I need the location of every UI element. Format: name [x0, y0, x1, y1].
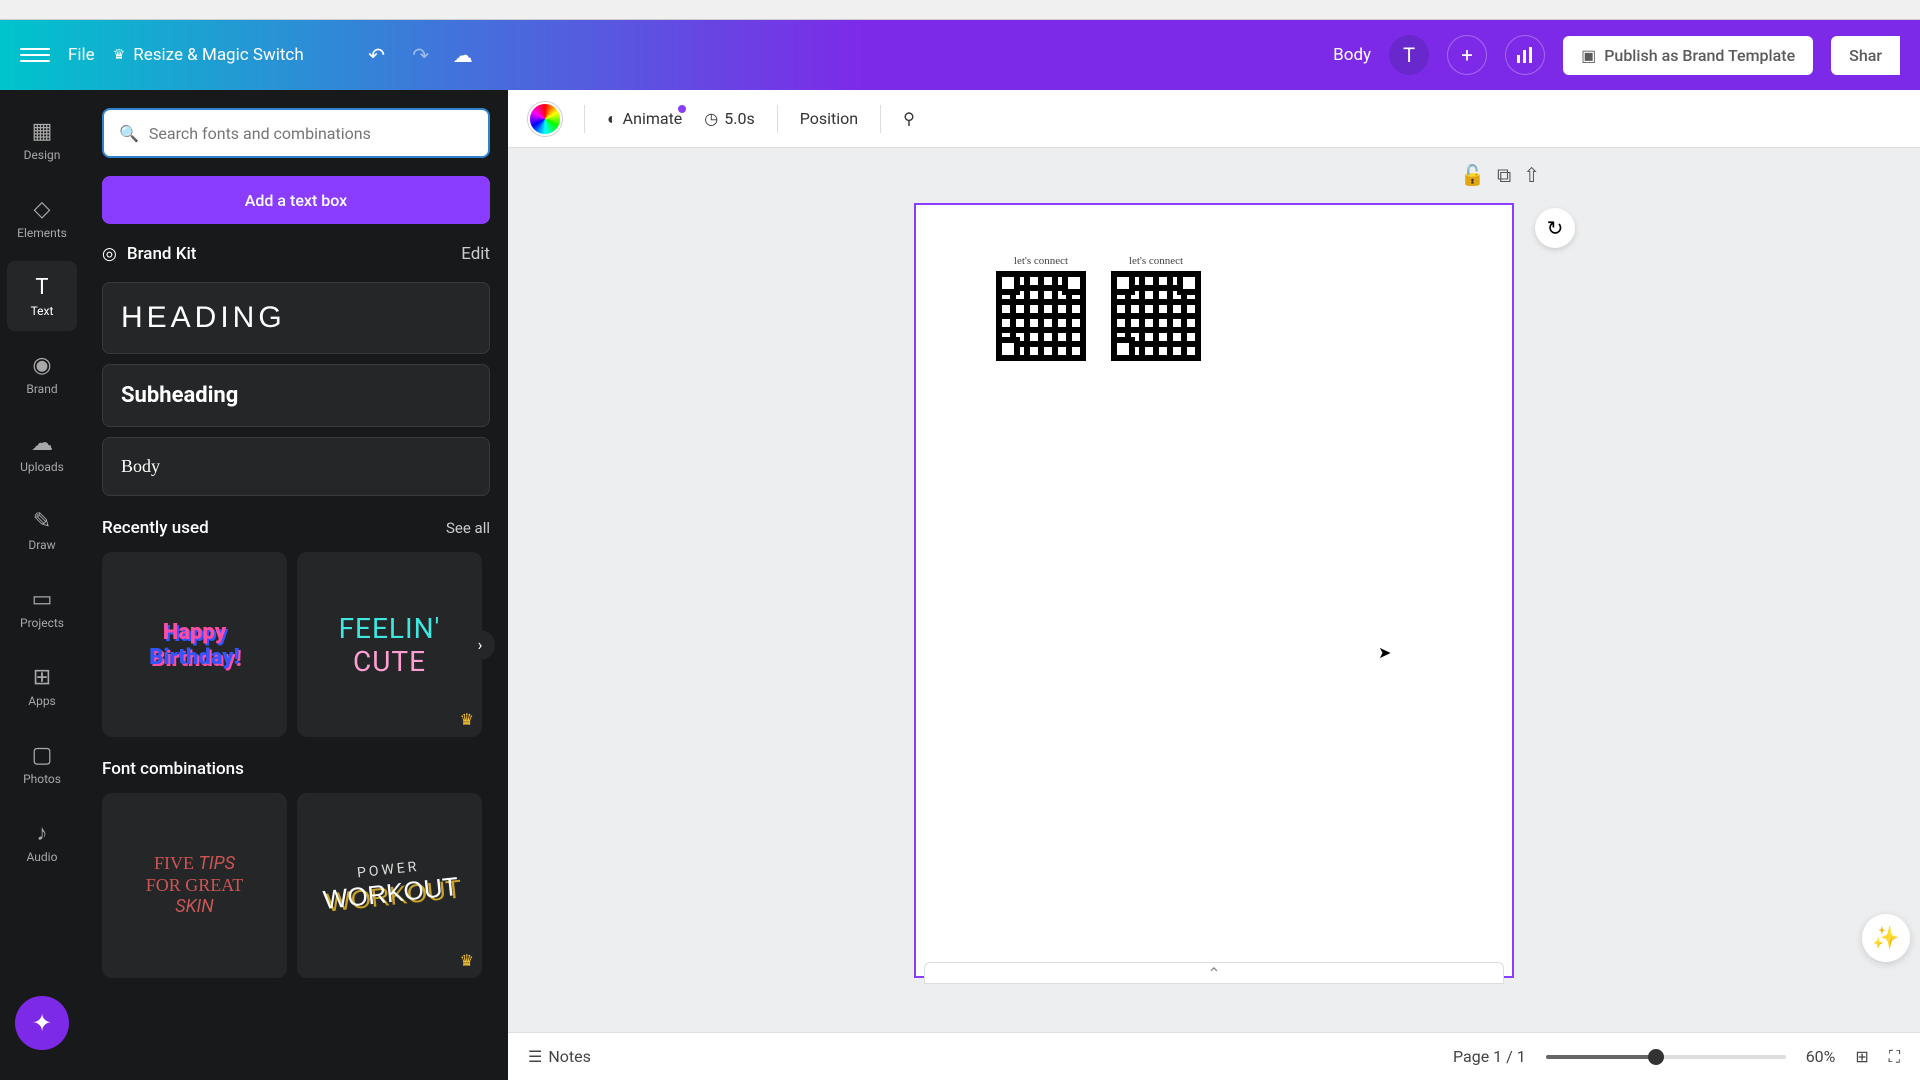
zoom-percent[interactable]: 60%	[1806, 1047, 1836, 1066]
pro-crown-icon: ♛	[460, 710, 474, 729]
app-header: File ♛ Resize & Magic Switch ↶ ↷ ☁ Body …	[0, 20, 1920, 90]
hamburger-menu-icon[interactable]	[20, 40, 50, 70]
refresh-icon[interactable]: ↻	[1535, 208, 1575, 248]
qr-element-2[interactable]: let's connect	[1111, 255, 1201, 361]
left-rail: ▦Design ◇Elements TText ◉Brand ☁Uploads …	[0, 90, 84, 1080]
search-icon: 🔍	[119, 124, 139, 143]
rail-design[interactable]: ▦Design	[7, 105, 77, 175]
combo-thumb-power-workout[interactable]: POWERWORKOUT ♛	[297, 793, 482, 978]
notes-button[interactable]: ☰ Notes	[528, 1047, 591, 1066]
publish-label: Publish as Brand Template	[1604, 46, 1795, 65]
magic-sparkle-button[interactable]: ✦	[15, 996, 69, 1050]
cloud-sync-icon[interactable]: ☁	[451, 43, 475, 67]
layers-icon: ▣	[1581, 46, 1596, 65]
add-button[interactable]: +	[1447, 35, 1487, 75]
rail-photos[interactable]: ▢Photos	[7, 729, 77, 799]
resize-label: Resize & Magic Switch	[133, 45, 303, 65]
rail-brand[interactable]: ◉Brand	[7, 339, 77, 409]
canvas-viewport[interactable]: 🔓 ⧉ ⇧ ↻ let's connect let's connect	[508, 148, 1920, 1032]
duplicate-page-icon[interactable]: ⧉	[1497, 163, 1511, 187]
combo-thumb-five-tips[interactable]: FIVE TIPSFOR GREATSKIN	[102, 793, 287, 978]
elements-icon: ◇	[34, 197, 51, 222]
undo-icon[interactable]: ↶	[365, 43, 389, 67]
redo-icon[interactable]: ↷	[409, 43, 433, 67]
publish-brand-template-button[interactable]: ▣ Publish as Brand Template	[1563, 36, 1813, 75]
uploads-icon: ☁	[31, 431, 53, 456]
crown-icon: ♛	[113, 47, 126, 63]
position-button[interactable]: Position	[800, 109, 858, 128]
notification-dot-icon	[678, 105, 686, 113]
see-all-recent-link[interactable]: See all	[446, 519, 490, 537]
rail-apps[interactable]: ⊞Apps	[7, 651, 77, 721]
body-style-card[interactable]: Body	[102, 437, 490, 496]
recent-thumb-happy-birthday[interactable]: HappyBirthday!	[102, 552, 287, 737]
brand-icon: ◉	[32, 353, 51, 378]
rail-draw[interactable]: ✎Draw	[7, 495, 77, 565]
notes-icon: ☰	[528, 1047, 542, 1066]
resize-magic-switch-button[interactable]: ♛ Resize & Magic Switch	[113, 45, 304, 65]
rail-text[interactable]: TText	[7, 261, 77, 331]
qr-code-icon	[996, 271, 1086, 361]
rail-uploads[interactable]: ☁Uploads	[7, 417, 77, 487]
page-indicator[interactable]: Page 1 / 1	[1453, 1047, 1526, 1066]
fullscreen-icon[interactable]: ⛶	[1889, 1047, 1900, 1067]
search-input[interactable]	[149, 124, 473, 143]
rail-projects[interactable]: ▭Projects	[7, 573, 77, 643]
chart-icon[interactable]	[1505, 35, 1545, 75]
recent-thumb-feelin-cute[interactable]: FEELIN'CUTE ♛	[297, 552, 482, 737]
photos-icon: ▢	[32, 743, 53, 768]
ai-assistant-button[interactable]: ✨	[1862, 914, 1910, 962]
context-toolbar: ◐ Animate ◷ 5.0s Position ⚲	[508, 90, 1920, 148]
share-button[interactable]: Shar	[1831, 36, 1900, 75]
lock-icon[interactable]: 🔓	[1460, 163, 1485, 187]
animate-button[interactable]: ◐ Animate	[607, 109, 682, 129]
canvas-area: ◐ Animate ◷ 5.0s Position ⚲ 🔓 ⧉ ⇧ ↻	[508, 90, 1920, 1080]
draw-icon: ✎	[33, 509, 51, 534]
magic-wand-icon[interactable]: ⚲	[903, 109, 915, 128]
pro-crown-icon: ♛	[460, 951, 474, 970]
heading-style-card[interactable]: HEADING	[102, 282, 490, 354]
brand-kit-label: Brand Kit	[127, 244, 197, 264]
animate-icon: ◐	[607, 109, 617, 129]
search-fonts-input[interactable]: 🔍	[102, 108, 490, 158]
document-title[interactable]: Body	[1333, 45, 1371, 65]
audio-icon: ♪	[37, 820, 48, 846]
export-page-icon[interactable]: ⇧	[1523, 163, 1540, 187]
zoom-slider[interactable]	[1546, 1055, 1786, 1059]
file-menu[interactable]: File	[68, 45, 95, 65]
subheading-style-card[interactable]: Subheading	[102, 364, 490, 427]
font-combinations-label: Font combinations	[102, 759, 244, 779]
color-picker-button[interactable]	[528, 102, 562, 136]
bottom-bar: ☰ Notes Page 1 / 1 60% ⊞ ⛶	[508, 1032, 1920, 1080]
text-side-panel: 🔍 Add a text box ◎ Brand Kit Edit HEADIN…	[84, 90, 508, 1080]
rail-audio[interactable]: ♪Audio	[7, 807, 77, 877]
scroll-right-icon[interactable]: ›	[465, 630, 495, 660]
qr-label: let's connect	[1014, 255, 1068, 267]
qr-code-icon	[1111, 271, 1201, 361]
add-text-box-button[interactable]: Add a text box	[102, 176, 490, 224]
duration-button[interactable]: ◷ 5.0s	[704, 109, 754, 128]
cursor-icon: ➤	[1378, 643, 1391, 662]
apps-icon: ⊞	[33, 665, 51, 690]
brand-kit-edit-link[interactable]: Edit	[461, 244, 490, 264]
design-icon: ▦	[32, 119, 53, 144]
brand-kit-icon: ◎	[102, 244, 117, 264]
page-controls: 🔓 ⧉ ⇧	[1460, 163, 1540, 187]
text-icon: T	[35, 275, 48, 300]
text-tool-button[interactable]: T	[1389, 35, 1429, 75]
projects-icon: ▭	[32, 587, 53, 612]
expand-pages-tab[interactable]: ⌃	[924, 962, 1504, 984]
grid-view-icon[interactable]: ⊞	[1855, 1047, 1868, 1066]
recently-used-label: Recently used	[102, 518, 209, 538]
qr-label: let's connect	[1129, 255, 1183, 267]
clock-icon: ◷	[704, 109, 718, 128]
qr-element-1[interactable]: let's connect	[996, 255, 1086, 361]
canvas-page[interactable]: let's connect let's connect	[914, 203, 1514, 978]
browser-chrome	[0, 0, 1920, 20]
rail-elements[interactable]: ◇Elements	[7, 183, 77, 253]
